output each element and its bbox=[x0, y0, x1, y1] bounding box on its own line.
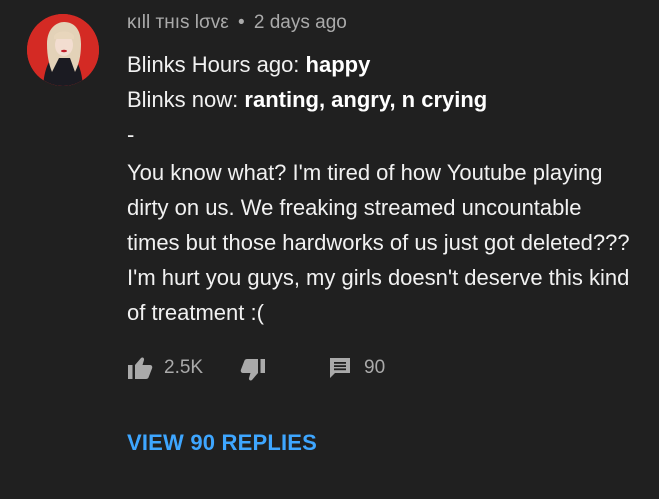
comment-timestamp[interactable]: 2 days ago bbox=[254, 12, 347, 33]
dislike-button[interactable] bbox=[240, 358, 266, 382]
view-replies-button[interactable]: VIEW 90 REPLIES bbox=[127, 430, 317, 456]
line-1-prefix: Blinks Hours ago: bbox=[127, 52, 306, 77]
thumbs-up-icon bbox=[127, 356, 153, 380]
line-1-bold: happy bbox=[305, 52, 371, 77]
thumbs-down-icon bbox=[240, 358, 266, 382]
comment-line-2: Blinks now: ranting, angry, n crying bbox=[127, 87, 487, 113]
line-2-bold: ranting, angry, n crying bbox=[244, 87, 488, 112]
comment-icon bbox=[328, 356, 352, 380]
like-button[interactable]: 2.5K bbox=[127, 356, 203, 380]
comment-dash: - bbox=[127, 122, 135, 147]
like-count: 2.5K bbox=[164, 357, 204, 378]
author-name[interactable]: κıll тнıs lσvε bbox=[127, 12, 229, 33]
avatar[interactable] bbox=[27, 14, 99, 86]
comment-meta: κıll тнıs lσvε • 2 days ago bbox=[127, 12, 347, 34]
line-2-prefix: Blinks now: bbox=[127, 87, 245, 112]
meta-separator: • bbox=[237, 12, 245, 33]
reply-count: 90 bbox=[364, 357, 386, 378]
reply-button[interactable]: 90 bbox=[328, 356, 385, 380]
comment-actions: 2.5K 90 bbox=[127, 356, 647, 384]
comment-body: You know what? I'm tired of how Youtube … bbox=[127, 160, 630, 325]
comment-line-1: Blinks Hours ago: happy bbox=[127, 52, 370, 78]
